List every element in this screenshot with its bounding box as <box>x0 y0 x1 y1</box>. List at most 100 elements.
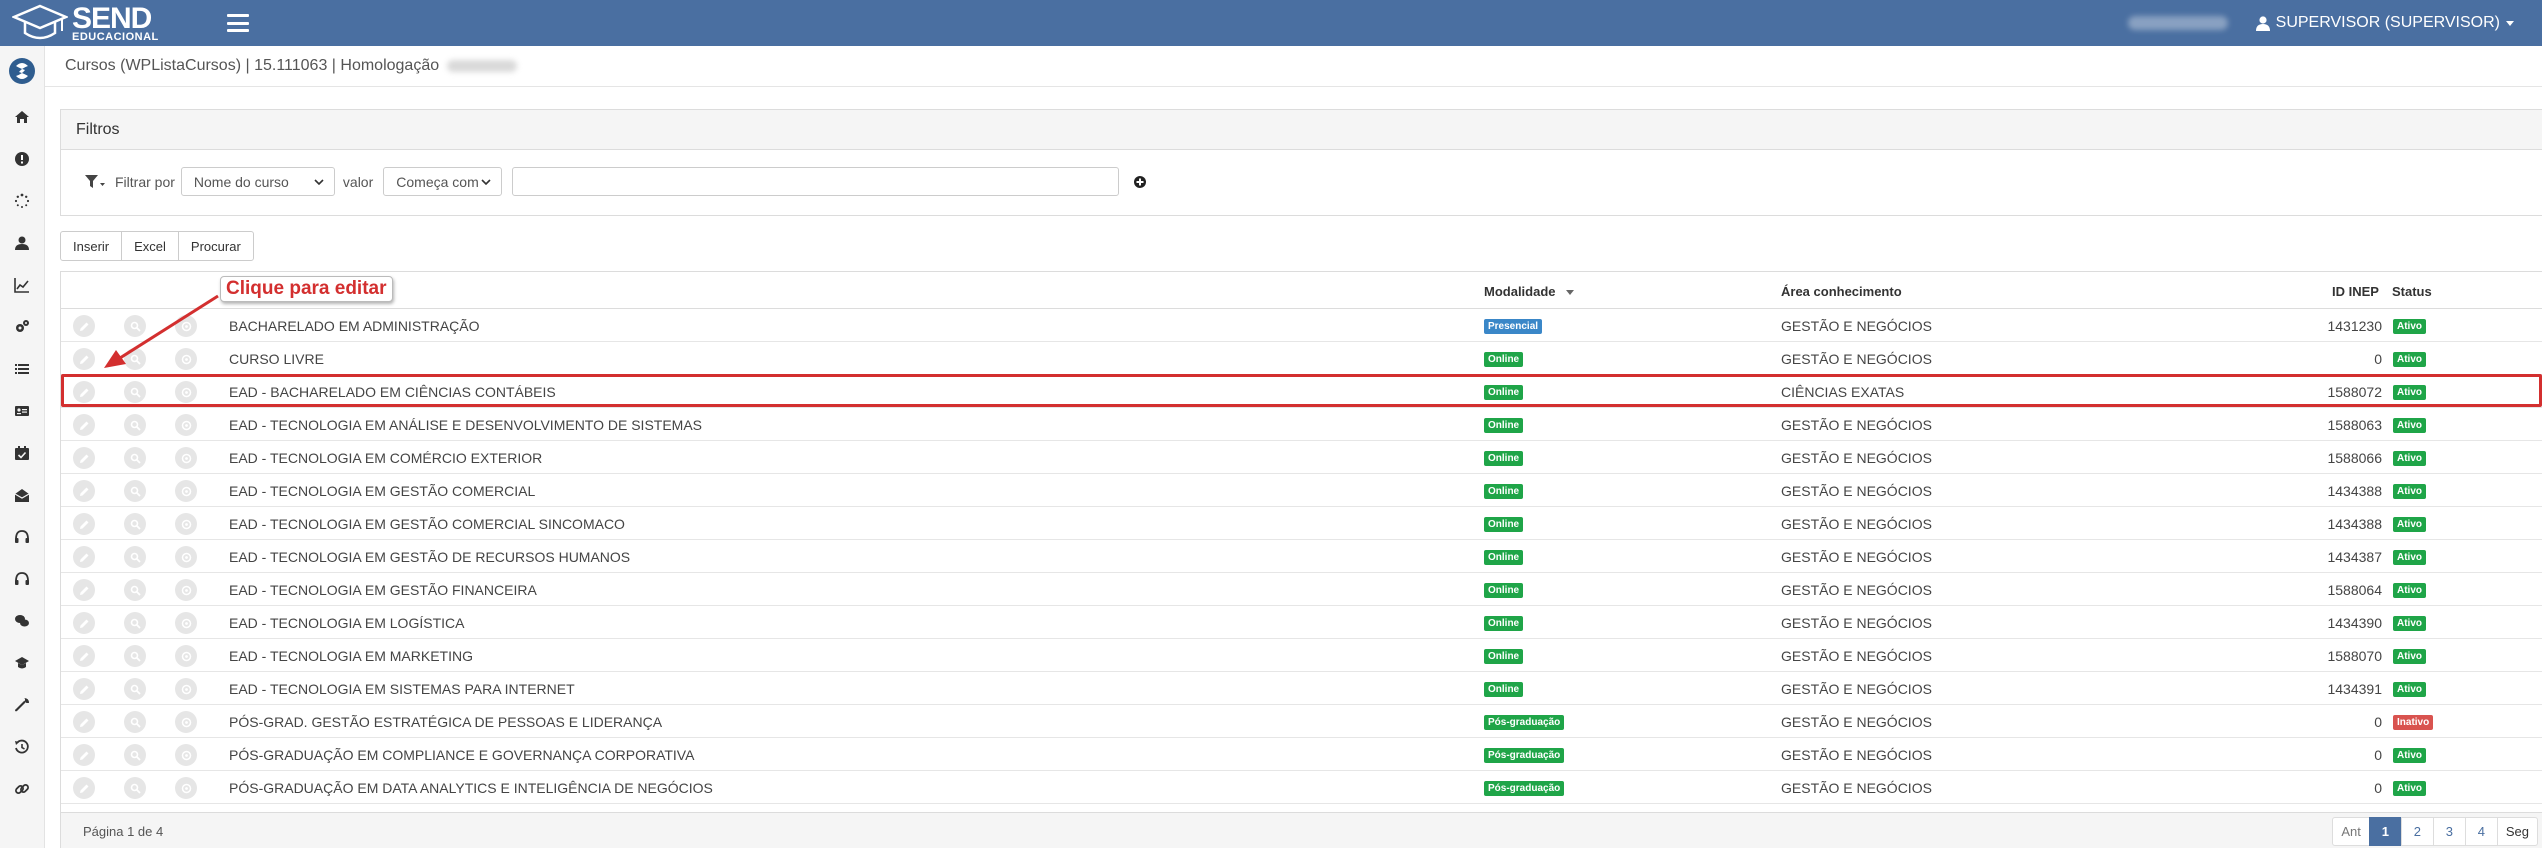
view-magnifier-icon[interactable] <box>124 348 146 370</box>
view-magnifier-icon[interactable] <box>124 645 146 667</box>
view-magnifier-icon[interactable] <box>124 612 146 634</box>
view-magnifier-icon[interactable] <box>124 414 146 436</box>
pagination-page-2[interactable]: 2 <box>2400 817 2434 846</box>
insert-button[interactable]: Inserir <box>60 231 123 261</box>
table-row[interactable]: EAD - TECNOLOGIA EM GESTÃO COMERCIAL SIN… <box>61 507 2542 540</box>
edit-pencil-icon[interactable] <box>73 579 95 601</box>
edit-pencil-icon[interactable] <box>73 414 95 436</box>
course-name[interactable]: EAD - BACHARELADO EM CIÊNCIAS CONTÁBEIS <box>229 384 556 400</box>
copy-circle-icon[interactable] <box>175 777 197 799</box>
copy-circle-icon[interactable] <box>175 546 197 568</box>
copy-circle-icon[interactable] <box>175 480 197 502</box>
edit-pencil-icon[interactable] <box>73 645 95 667</box>
table-row[interactable]: EAD - TECNOLOGIA EM MARKETING Online GESTÃ… <box>61 639 2542 672</box>
view-magnifier-icon[interactable] <box>124 480 146 502</box>
edit-pencil-icon[interactable] <box>73 348 95 370</box>
course-name[interactable]: EAD - TECNOLOGIA EM GESTÃO DE RECURSOS H… <box>229 549 630 565</box>
list-icon[interactable] <box>13 360 31 378</box>
table-row[interactable]: BACHARELADO EM ADMINISTRAÇÃO Presencial GE… <box>61 309 2542 342</box>
table-row[interactable]: EAD - TECNOLOGIA EM GESTÃO DE RECURSOS H… <box>61 540 2542 573</box>
copy-circle-icon[interactable] <box>175 447 197 469</box>
edit-pencil-icon[interactable] <box>73 447 95 469</box>
search-button[interactable]: Procurar <box>177 231 254 261</box>
view-magnifier-icon[interactable] <box>124 777 146 799</box>
edit-pencil-icon[interactable] <box>73 513 95 535</box>
course-name[interactable]: BACHARELADO EM ADMINISTRAÇÃO <box>229 318 480 334</box>
edit-pencil-icon[interactable] <box>73 711 95 733</box>
filter-operator-select[interactable]: Começa com <box>383 167 503 196</box>
app-logo-icon[interactable] <box>7 56 37 86</box>
spinner-icon[interactable] <box>13 192 31 210</box>
user-icon[interactable] <box>13 234 31 252</box>
envelope-open-icon[interactable] <box>13 486 31 504</box>
view-magnifier-icon[interactable] <box>124 678 146 700</box>
course-name[interactable]: EAD - TECNOLOGIA EM GESTÃO COMERCIAL <box>229 483 535 499</box>
table-row[interactable]: CURSO LIVRE Online GESTÃO E NEGÓCIOS 0 Ativo <box>61 342 2542 375</box>
filter-value-input[interactable] <box>512 167 1120 196</box>
filter-funnel-icon[interactable] <box>85 174 105 190</box>
course-name[interactable]: EAD - TECNOLOGIA EM GESTÃO FINANCEIRA <box>229 582 537 598</box>
table-row[interactable]: PÓS-GRAD. GESTÃO ESTRATÉGICA DE PESSOAS … <box>61 705 2542 738</box>
gears-icon[interactable] <box>13 318 31 336</box>
headset-icon-2[interactable] <box>13 570 31 588</box>
pagination-page-4[interactable]: 4 <box>2464 817 2498 846</box>
table-row[interactable]: EAD - TECNOLOGIA EM GESTÃO FINANCEIRA Onl… <box>61 573 2542 606</box>
view-magnifier-icon[interactable] <box>124 447 146 469</box>
pagination-next-button[interactable]: Seg <box>2496 817 2538 846</box>
view-magnifier-icon[interactable] <box>124 711 146 733</box>
pagination-page-3[interactable]: 3 <box>2432 817 2466 846</box>
excel-button[interactable]: Excel <box>121 231 179 261</box>
table-row[interactable]: EAD - BACHARELADO EM CIÊNCIAS CONTÁBEIS O… <box>61 375 2542 408</box>
column-header-area[interactable]: Área conhecimento <box>1781 284 1902 299</box>
pagination-page-1[interactable]: 1 <box>2368 817 2402 846</box>
view-magnifier-icon[interactable] <box>124 513 146 535</box>
column-header-modalidade[interactable]: Modalidade <box>1484 284 1574 299</box>
line-chart-icon[interactable] <box>13 276 31 294</box>
table-row[interactable]: EAD - TECNOLOGIA EM ANÁLISE E DESENVOLVI… <box>61 408 2542 441</box>
comments-icon[interactable] <box>13 612 31 630</box>
table-row[interactable]: EAD - TECNOLOGIA EM LOGÍSTICA Online GESTÃ… <box>61 606 2542 639</box>
copy-circle-icon[interactable] <box>175 381 197 403</box>
course-name[interactable]: EAD - TECNOLOGIA EM ANÁLISE E DESENVOLVI… <box>229 417 702 433</box>
graduation-cap-icon[interactable] <box>13 654 31 672</box>
course-name[interactable]: PÓS-GRAD. GESTÃO ESTRATÉGICA DE PESSOAS … <box>229 714 662 730</box>
edit-pencil-icon[interactable] <box>73 381 95 403</box>
link-icon[interactable] <box>13 780 31 798</box>
history-icon[interactable] <box>13 738 31 756</box>
edit-pencil-icon[interactable] <box>73 777 95 799</box>
edit-pencil-icon[interactable] <box>73 315 95 337</box>
copy-circle-icon[interactable] <box>175 612 197 634</box>
view-magnifier-icon[interactable] <box>124 744 146 766</box>
course-name[interactable]: PÓS-GRADUAÇÃO EM DATA ANALYTICS E INTELI… <box>229 780 713 796</box>
course-name[interactable]: PÓS-GRADUAÇÃO EM COMPLIANCE E GOVERNANÇA… <box>229 747 694 763</box>
id-card-icon[interactable] <box>13 402 31 420</box>
filter-field-select[interactable]: Nome do curso <box>180 167 335 196</box>
copy-circle-icon[interactable] <box>175 315 197 337</box>
course-name[interactable]: EAD - TECNOLOGIA EM LOGÍSTICA <box>229 615 464 631</box>
course-name[interactable]: EAD - TECNOLOGIA EM GESTÃO COMERCIAL SIN… <box>229 516 625 532</box>
copy-circle-icon[interactable] <box>175 744 197 766</box>
copy-circle-icon[interactable] <box>175 348 197 370</box>
headset-icon[interactable] <box>13 528 31 546</box>
edit-pencil-icon[interactable] <box>73 546 95 568</box>
table-row[interactable]: PÓS-GRADUAÇÃO EM COMPLIANCE E GOVERNANÇA… <box>61 738 2542 771</box>
menu-toggle-icon[interactable] <box>226 14 249 32</box>
column-header-id-inep[interactable]: ID INEP <box>2332 284 2379 299</box>
edit-pencil-icon[interactable] <box>73 612 95 634</box>
course-name[interactable]: EAD - TECNOLOGIA EM COMÉRCIO EXTERIOR <box>229 450 542 466</box>
edit-pencil-icon[interactable] <box>73 480 95 502</box>
table-row[interactable]: EAD - TECNOLOGIA EM SISTEMAS PARA INTERN… <box>61 672 2542 705</box>
info-icon[interactable] <box>13 150 31 168</box>
copy-circle-icon[interactable] <box>175 414 197 436</box>
edit-pencil-icon[interactable] <box>73 744 95 766</box>
pagination-prev-button[interactable]: Ant <box>2332 817 2370 846</box>
course-name[interactable]: CURSO LIVRE <box>229 351 324 367</box>
view-magnifier-icon[interactable] <box>124 381 146 403</box>
home-icon[interactable] <box>13 108 31 126</box>
user-menu[interactable]: SUPERVISOR (SUPERVISOR) <box>2255 14 2514 32</box>
copy-circle-icon[interactable] <box>175 711 197 733</box>
blurred-context-dropdown[interactable] <box>2127 16 2228 30</box>
add-filter-icon[interactable] <box>1133 175 1147 189</box>
copy-circle-icon[interactable] <box>175 579 197 601</box>
course-name[interactable]: EAD - TECNOLOGIA EM SISTEMAS PARA INTERN… <box>229 681 575 697</box>
